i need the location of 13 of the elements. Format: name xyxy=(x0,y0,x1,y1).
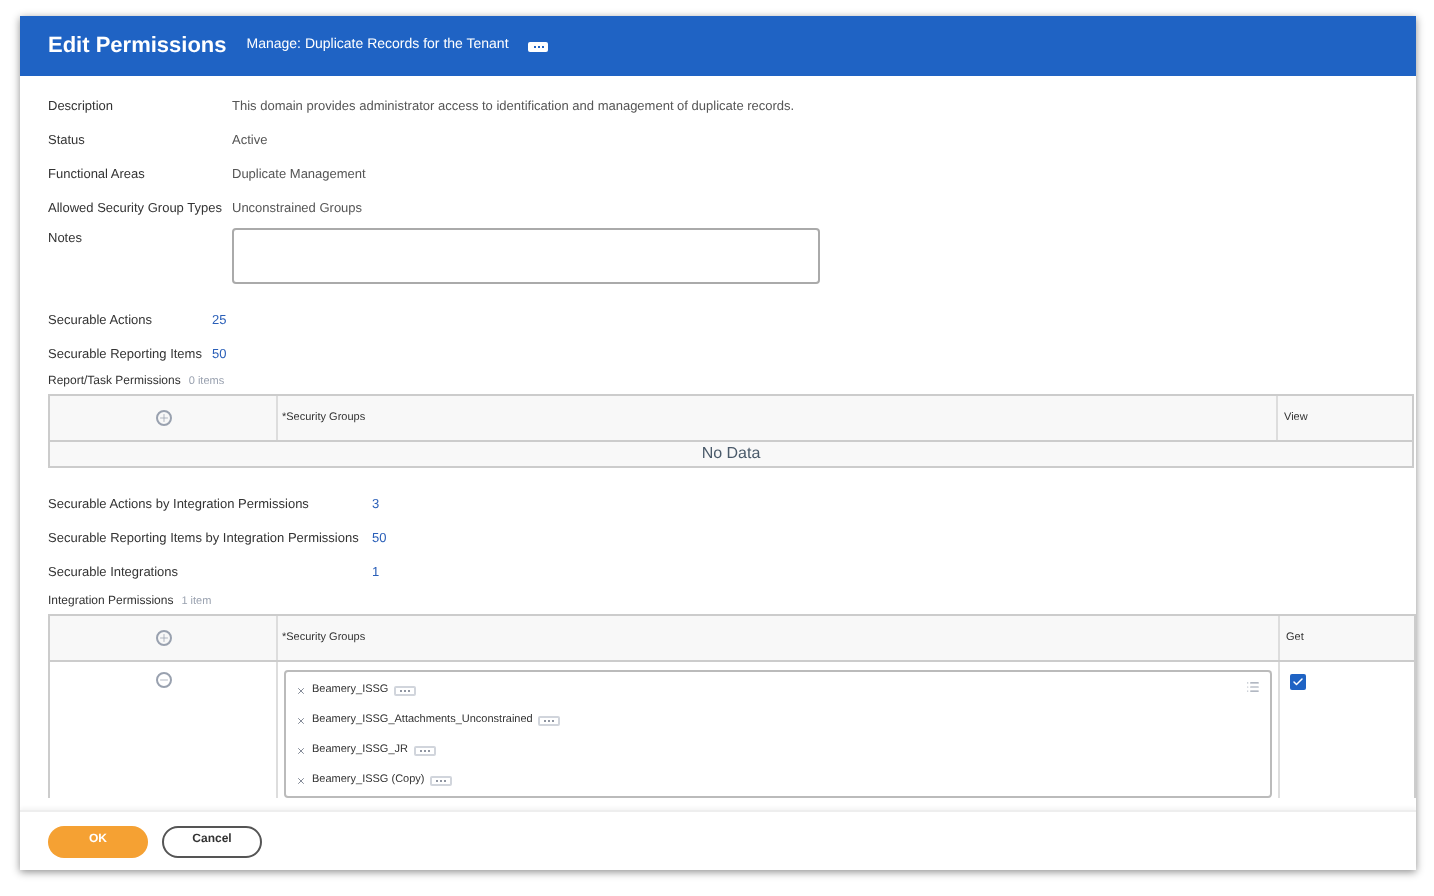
list-icon[interactable] xyxy=(1246,680,1260,694)
add-row-icon[interactable] xyxy=(155,410,171,426)
related-actions-icon[interactable] xyxy=(528,41,549,51)
related-actions-icon[interactable] xyxy=(414,746,436,756)
related-actions-icon[interactable] xyxy=(538,716,561,726)
related-actions-icon[interactable] xyxy=(430,776,453,786)
page-title: Edit Permissions xyxy=(48,31,227,62)
related-actions-icon[interactable] xyxy=(394,686,417,696)
get-checkbox[interactable] xyxy=(1290,674,1306,690)
empty-message: No Data xyxy=(701,442,761,466)
remove-row-icon[interactable] xyxy=(155,672,171,688)
add-row-icon[interactable] xyxy=(155,630,171,646)
notes-field[interactable] xyxy=(232,228,820,284)
